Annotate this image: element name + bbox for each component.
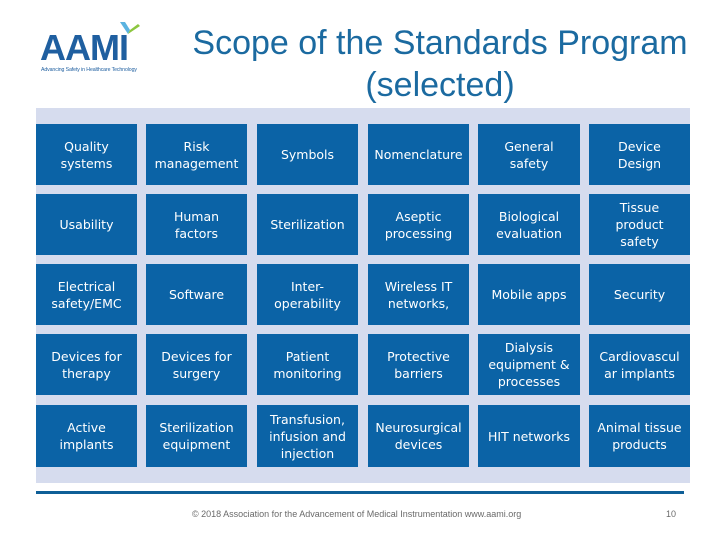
standard-tile: Cardiovascul ar implants bbox=[589, 334, 690, 395]
standard-tile: Device Design bbox=[589, 124, 690, 185]
standard-tile: Dialysis equipment & processes bbox=[478, 334, 580, 395]
standard-tile: Devices for therapy bbox=[36, 334, 137, 395]
standard-tile: Wireless IT networks, bbox=[368, 264, 469, 325]
logo-tagline: Advancing Safety in Healthcare Technolog… bbox=[41, 67, 137, 73]
standard-tile: Biological evaluation bbox=[478, 194, 580, 255]
standard-tile: Active implants bbox=[36, 405, 137, 467]
standard-tile: Software bbox=[146, 264, 247, 325]
standard-tile: Transfusion, infusion and injection bbox=[257, 405, 358, 467]
standard-tile: Patient monitoring bbox=[257, 334, 358, 395]
standard-tile: Symbols bbox=[257, 124, 358, 185]
page-number: 10 bbox=[666, 509, 677, 519]
footer-copyright: © 2018 Association for the Advancement o… bbox=[192, 509, 522, 519]
standard-tile: Tissue product safety bbox=[589, 194, 690, 255]
standard-tile: Aseptic processing bbox=[368, 194, 469, 255]
standard-tile: Electrical safety/EMC bbox=[36, 264, 137, 325]
slide-title: Scope of the Standards Program (selected… bbox=[192, 24, 688, 104]
standard-tile: Security bbox=[589, 264, 690, 325]
standard-tile: Usability bbox=[36, 194, 137, 255]
standard-tile: General safety bbox=[478, 124, 580, 185]
standard-tile: Inter- operability bbox=[257, 264, 358, 325]
footer-divider bbox=[36, 491, 684, 494]
standard-tile: Protective barriers bbox=[368, 334, 469, 395]
aami-logo: AAMI Advancing Safety in Healthcare Tech… bbox=[40, 22, 140, 78]
standard-tile: Nomenclature bbox=[368, 124, 469, 185]
standard-tile: Risk management bbox=[146, 124, 247, 185]
logo-check-mark-icon bbox=[120, 22, 140, 34]
standard-tile: Human factors bbox=[146, 194, 247, 255]
standard-tile: Sterilization equipment bbox=[146, 405, 247, 467]
standard-tile: Devices for surgery bbox=[146, 334, 247, 395]
standard-tile: Sterilization bbox=[257, 194, 358, 255]
standard-tile: HIT networks bbox=[478, 405, 580, 467]
standard-tile: Animal tissue products bbox=[589, 405, 690, 467]
logo-wordmark: AAMI bbox=[40, 27, 129, 68]
standard-tile: Quality systems bbox=[36, 124, 137, 185]
standard-tile: Mobile apps bbox=[478, 264, 580, 325]
standard-tile: Neurosurgical devices bbox=[368, 405, 469, 467]
